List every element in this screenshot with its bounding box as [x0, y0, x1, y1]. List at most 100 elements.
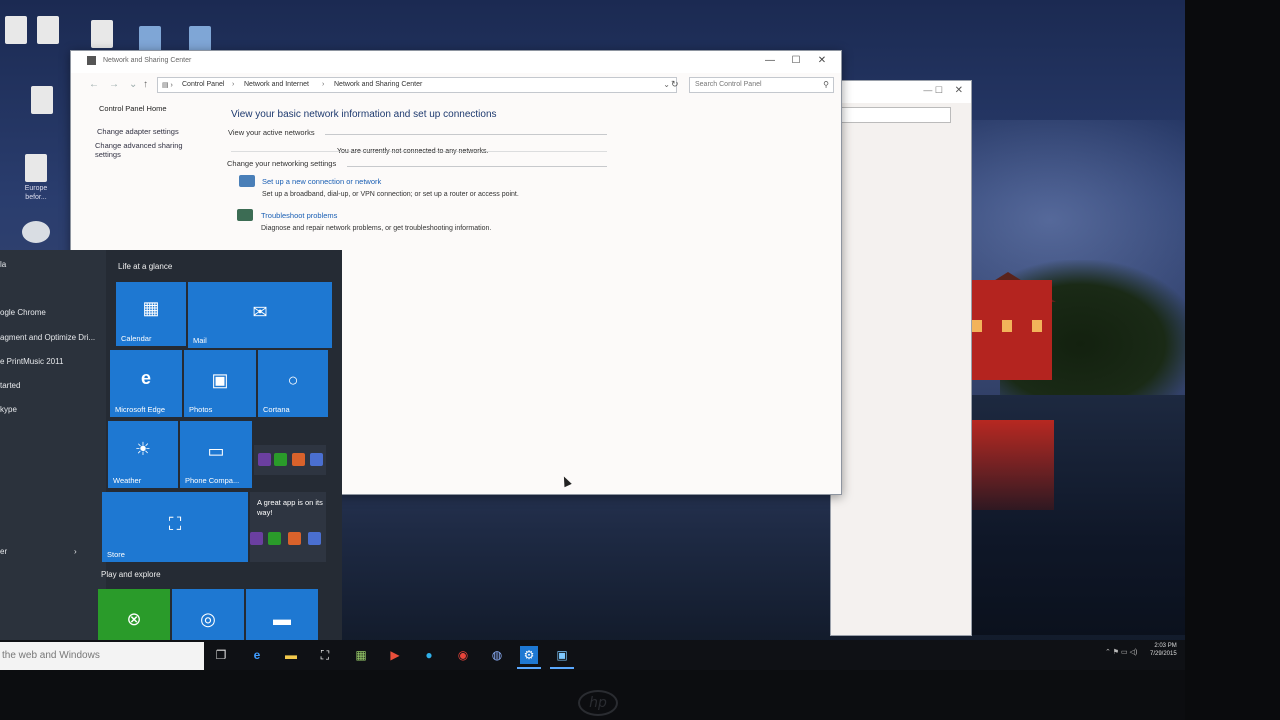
- edge-icon[interactable]: e: [248, 646, 266, 664]
- back-arrow-icon[interactable]: ←: [89, 79, 99, 90]
- history-chevron-icon[interactable]: ⌄: [129, 79, 137, 90]
- desktop-icon[interactable]: Europe befor...: [6, 148, 66, 218]
- search-input[interactable]: Search Control Panel ⚲: [689, 77, 834, 93]
- control-panel-icon: [87, 56, 96, 65]
- great-app-text: A great app is on its way!: [257, 498, 323, 517]
- store-bag-icon: ⛶: [168, 514, 182, 534]
- group-label-play: Play and explore: [101, 570, 161, 579]
- clock-time: 2:03 PM: [1154, 643, 1177, 649]
- app-preview-icon: [308, 532, 321, 545]
- change-advanced-sharing-link[interactable]: Change advanced sharing settings: [95, 141, 195, 159]
- close-button[interactable]: ✕: [809, 55, 835, 66]
- change-settings-label: Change your networking settings: [227, 159, 337, 168]
- setup-connection-link[interactable]: Set up a new connection or network: [262, 177, 381, 186]
- app-list-item[interactable]: agment and Optimize Dri...: [0, 333, 95, 342]
- app-list-item[interactable]: ogle Chrome: [0, 308, 46, 317]
- chevron-right-icon[interactable]: ›: [74, 547, 77, 556]
- tile-weather[interactable]: ☀ Weather: [108, 421, 178, 488]
- app-preview-icon: [288, 532, 301, 545]
- tile-groove-music[interactable]: ◎: [172, 589, 244, 645]
- edge-icon: e: [140, 368, 151, 388]
- control-panel-icon[interactable]: ▣: [553, 646, 571, 664]
- photos-icon: ▣: [211, 370, 229, 390]
- up-arrow-icon[interactable]: ↑: [143, 79, 148, 90]
- cortana-icon: ○: [287, 370, 299, 390]
- forward-arrow-icon[interactable]: →: [109, 79, 119, 90]
- troubleshoot-link[interactable]: Troubleshoot problems: [261, 211, 337, 220]
- taskbar-search-input[interactable]: the web and Windows: [0, 642, 204, 670]
- close-icon[interactable]: ✕: [955, 85, 963, 96]
- app-preview-icon: [310, 453, 323, 466]
- weather-sun-icon: ☀: [134, 439, 152, 459]
- taskbar-clock[interactable]: 2:03 PM 7/29/2015: [1150, 642, 1177, 658]
- wallpaper-house: [962, 280, 1052, 380]
- app-list-item[interactable]: e PrintMusic 2011: [0, 357, 63, 366]
- tile-store[interactable]: ⛶ Store: [102, 492, 248, 562]
- app-list-item[interactable]: la: [0, 260, 6, 269]
- maximize-button[interactable]: ☐: [783, 55, 809, 66]
- divider: [231, 151, 607, 152]
- app-icon[interactable]: ◍: [488, 646, 506, 664]
- app-list-item[interactable]: kype: [0, 405, 17, 414]
- music-disc-icon: ◎: [200, 609, 216, 629]
- desktop-icon[interactable]: [12, 80, 72, 150]
- breadcrumb-network-sharing[interactable]: Network and Sharing Center: [334, 81, 422, 88]
- active-networks-label: View your active networks: [228, 128, 315, 137]
- app-list-item[interactable]: tarted: [0, 381, 20, 390]
- group-label-life: Life at a glance: [118, 262, 173, 271]
- xbox-icon: ⊗: [126, 609, 142, 629]
- file-explorer-icon[interactable]: ▬: [282, 646, 300, 664]
- tile-app-previews[interactable]: [254, 445, 326, 475]
- tile-cortana[interactable]: ○ Cortana: [258, 350, 328, 417]
- breadcrumb-network-internet[interactable]: Network and Internet: [244, 81, 309, 88]
- desktop-icon-label: Europe befor...: [24, 185, 48, 201]
- tile-label: Store: [107, 550, 125, 559]
- tile-calendar[interactable]: ▦ Calendar: [116, 282, 186, 346]
- refresh-icon[interactable]: ↻: [671, 79, 679, 90]
- tile-xbox[interactable]: ⊗: [98, 589, 170, 645]
- tile-great-app[interactable]: A great app is on its way!: [250, 492, 326, 562]
- system-tray-icons[interactable]: ⌃ ⚑ ▭ ◁): [1105, 648, 1137, 656]
- chrome-icon[interactable]: ◉: [454, 646, 472, 664]
- tile-mail[interactable]: ✉ Mail: [188, 282, 332, 348]
- tile-phone-companion[interactable]: ▭ Phone Compa...: [180, 421, 252, 488]
- network-setup-icon: [239, 175, 255, 187]
- chevron-down-icon[interactable]: ⌄: [663, 80, 670, 89]
- tile-microsoft-edge[interactable]: e Microsoft Edge: [110, 350, 182, 417]
- divider: [325, 134, 607, 135]
- start-app-list: la ogle Chrome agment and Optimize Dri..…: [0, 250, 106, 645]
- house-window: [1032, 320, 1042, 332]
- media-player-icon[interactable]: ▶: [386, 646, 404, 664]
- settings-gear-icon[interactable]: ⚙: [520, 646, 538, 664]
- address-bar[interactable]: ▤ › Control Panel › Network and Internet…: [157, 77, 677, 93]
- control-panel-icon: ▤ ›: [162, 82, 173, 89]
- background-search-input[interactable]: [837, 107, 951, 123]
- monitor-edge: [1185, 0, 1280, 720]
- breadcrumb-control-panel[interactable]: Control Panel: [182, 81, 224, 88]
- tile-photos[interactable]: ▣ Photos: [184, 350, 256, 417]
- background-window[interactable]: — ☐ ✕: [830, 80, 972, 636]
- change-adapter-settings-link[interactable]: Change adapter settings: [97, 127, 197, 136]
- app-icon[interactable]: ●: [420, 646, 438, 664]
- search-icon[interactable]: ⚲: [823, 80, 829, 89]
- app-preview-icon: [258, 453, 271, 466]
- tile-movies-tv[interactable]: ▬: [246, 589, 318, 645]
- calendar-icon: ▦: [142, 298, 160, 318]
- task-view-icon[interactable]: ❐: [212, 646, 230, 664]
- desktop-icon[interactable]: [18, 10, 78, 80]
- control-panel-home-link[interactable]: Control Panel Home: [99, 104, 167, 113]
- background-window-titlebar[interactable]: — ☐ ✕: [831, 81, 971, 103]
- hp-logo: hp: [578, 690, 618, 716]
- app-list-item[interactable]: er: [0, 547, 7, 556]
- minimize-button[interactable]: —: [757, 55, 783, 66]
- window-controls[interactable]: — ☐: [923, 85, 943, 96]
- house-window: [972, 320, 982, 332]
- store-icon[interactable]: ⛶: [316, 646, 334, 664]
- window-titlebar[interactable]: Network and Sharing Center — ☐ ✕: [71, 51, 841, 73]
- setup-connection-desc: Set up a broadband, dial-up, or VPN conn…: [262, 191, 519, 198]
- taskbar: the web and Windows ❐ e ▬ ⛶ ▦ ▶ ● ◉ ◍ ⚙ …: [0, 640, 1200, 670]
- app-icon[interactable]: ▦: [352, 646, 370, 664]
- troubleshoot-icon: [237, 209, 253, 221]
- start-tiles-panel: Life at a glance ▦ Calendar ✉ Mail e Mic…: [98, 250, 342, 645]
- breadcrumb-separator: ›: [232, 81, 235, 88]
